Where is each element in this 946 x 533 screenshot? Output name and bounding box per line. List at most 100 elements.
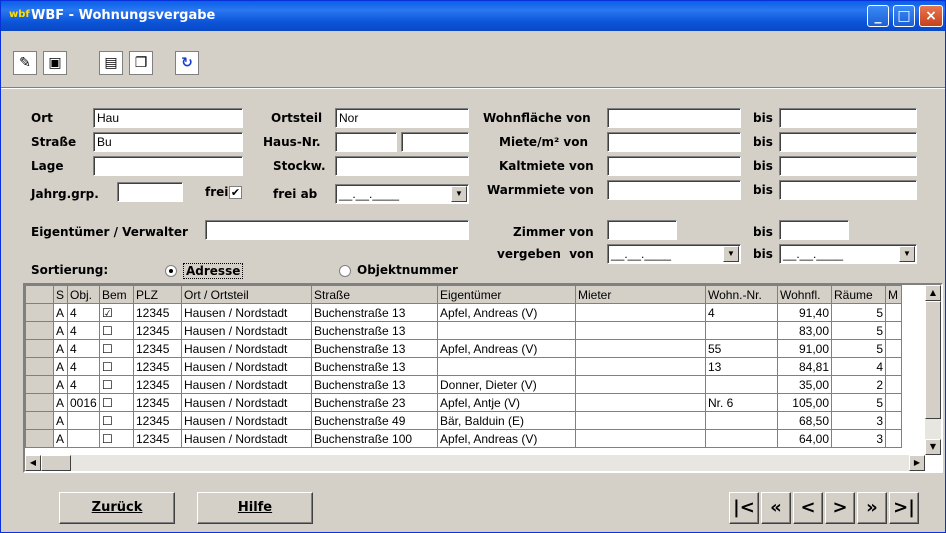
table-cell: 12345 [133, 393, 182, 412]
ort-input[interactable]: Hau [93, 108, 243, 128]
column-header[interactable]: PLZ [133, 285, 182, 304]
hausnr-suffix-input[interactable] [401, 132, 469, 152]
column-header[interactable]: Mieter [575, 285, 706, 304]
table-cell: A [53, 393, 68, 412]
wohnflaeche-bis-input[interactable] [779, 108, 917, 128]
table-cell[interactable]: ☑ [99, 303, 134, 322]
jahrg-input[interactable] [117, 182, 183, 202]
sort-adresse-label[interactable]: Adresse [183, 263, 244, 279]
sort-adresse-radio[interactable] [165, 265, 177, 277]
column-header[interactable]: Obj. [67, 285, 100, 304]
nav-first-button[interactable]: |< [729, 492, 759, 524]
nav-prev-page-button[interactable]: « [761, 492, 791, 524]
miete-bis-input[interactable] [779, 132, 917, 152]
table-row[interactable]: A 4 ☐ 12345 Hausen / Nordstadt Buchenstraße 1… [25, 339, 902, 358]
zimmer-von-input[interactable] [607, 220, 677, 240]
scroll-up-icon[interactable]: ▲ [925, 285, 941, 301]
row-header[interactable] [25, 321, 54, 340]
table-cell[interactable]: ☐ [99, 375, 134, 394]
sortierung-label: Sortierung: [31, 263, 109, 277]
warmmiete-bis-input[interactable] [779, 180, 917, 200]
table-row[interactable]: A 4 ☐ 12345 Hausen / Nordstadt Buchenstraße 1… [25, 357, 902, 376]
miete-von-input[interactable] [607, 132, 741, 152]
wohnflaeche-von-input[interactable] [607, 108, 741, 128]
nav-prev-button[interactable]: < [793, 492, 823, 524]
sort-objekt-radio[interactable] [339, 265, 351, 277]
chevron-down-icon[interactable]: ▼ [723, 246, 739, 262]
column-header[interactable]: Bem [99, 285, 134, 304]
row-header[interactable] [25, 393, 54, 412]
vergeben-von-combo[interactable]: __.__.____ ▼ [607, 244, 741, 264]
table-row[interactable]: A 4 ☐ 12345 Hausen / Nordstadt Buchenstraße 1… [25, 375, 902, 394]
vergeben-von-value: __.__.____ [611, 247, 672, 261]
close-button[interactable]: × [919, 5, 943, 27]
horizontal-scrollbar[interactable]: ◀ ▶ [25, 455, 925, 471]
column-header[interactable]: Eigentümer [437, 285, 576, 304]
scroll-left-icon[interactable]: ◀ [25, 455, 41, 471]
row-header[interactable] [25, 303, 54, 322]
column-header[interactable]: M [885, 285, 902, 304]
vertical-scrollbar[interactable]: ▲ ▼ [925, 285, 941, 455]
scroll-thumb[interactable] [925, 301, 941, 419]
scroll-right-icon[interactable]: ▶ [909, 455, 925, 471]
horizontal-scroll-thumb[interactable] [41, 455, 71, 471]
lage-input[interactable] [93, 156, 243, 176]
table-row[interactable]: A 4 ☐ 12345 Hausen / Nordstadt Buchenstraße 1… [25, 321, 902, 340]
table-cell [885, 339, 902, 358]
column-header[interactable]: Wohnfl. [777, 285, 832, 304]
print-button[interactable]: ▤ [99, 51, 123, 75]
table-cell[interactable]: ☐ [99, 411, 134, 430]
table-row[interactable]: A ☐ 12345 Hausen / Nordstadt Buchenstraße 10… [25, 429, 902, 448]
row-header[interactable] [25, 339, 54, 358]
chevron-down-icon[interactable]: ▼ [899, 246, 915, 262]
maximize-button[interactable]: □ [893, 5, 915, 27]
chevron-down-icon[interactable]: ▼ [451, 186, 467, 202]
column-header[interactable]: S [53, 285, 68, 304]
scroll-down-icon[interactable]: ▼ [925, 439, 941, 455]
row-header[interactable] [25, 429, 54, 448]
table-cell[interactable]: ☐ [99, 321, 134, 340]
ortsteil-input[interactable]: Nor [335, 108, 469, 128]
kaltmiete-bis-input[interactable] [779, 156, 917, 176]
zimmer-bis-input[interactable] [779, 220, 849, 240]
vergeben-bis-label: bis [753, 247, 773, 261]
table-cell: Buchenstraße 13 [311, 375, 438, 394]
back-button[interactable]: Zurück [59, 492, 175, 524]
row-header[interactable] [25, 357, 54, 376]
nav-next-button[interactable]: > [825, 492, 855, 524]
freiab-combo[interactable]: __.__.____ ▼ [335, 184, 469, 204]
column-header[interactable]: Straße [311, 285, 438, 304]
sort-objekt-label[interactable]: Objektnummer [357, 263, 458, 277]
table-row[interactable]: A 0016 ☐ 12345 Hausen / Nordstadt Buchenstraß… [25, 393, 902, 412]
view-button[interactable]: ▣ [43, 51, 67, 75]
help-button[interactable]: Hilfe [197, 492, 313, 524]
vergeben-bis-combo[interactable]: __.__.____ ▼ [779, 244, 917, 264]
eigentuemer-input[interactable] [205, 220, 469, 240]
strasse-input[interactable]: Bu [93, 132, 243, 152]
table-cell[interactable]: ☐ [99, 357, 134, 376]
column-header[interactable]: Ort / Ortsteil [181, 285, 312, 304]
frei-checkbox[interactable]: ✔ [229, 186, 242, 199]
table-cell: Hausen / Nordstadt [181, 429, 312, 448]
warmmiete-von-input[interactable] [607, 180, 741, 200]
column-header[interactable]: Räume [831, 285, 886, 304]
table-cell[interactable]: ☐ [99, 429, 134, 448]
table-row[interactable]: A ☐ 12345 Hausen / Nordstadt Buchenstraße 49… [25, 411, 902, 430]
kaltmiete-von-input[interactable] [607, 156, 741, 176]
copy-button[interactable]: ❐ [129, 51, 153, 75]
nav-last-button[interactable]: >| [889, 492, 919, 524]
table-cell[interactable]: ☐ [99, 339, 134, 358]
row-header[interactable] [25, 411, 54, 430]
stockw-input[interactable] [335, 156, 469, 176]
refresh-button[interactable]: ↻ [175, 51, 199, 75]
column-header[interactable]: Wohn.-Nr. [705, 285, 778, 304]
nav-next-page-button[interactable]: » [857, 492, 887, 524]
minimize-button[interactable]: _ [867, 5, 889, 27]
table-cell [575, 375, 706, 394]
table-row[interactable]: A 4 ☑ 12345 Hausen / Nordstadt Buchenstraße 1… [25, 303, 902, 322]
table-cell[interactable]: ☐ [99, 393, 134, 412]
edit-button[interactable]: ✎ [13, 51, 37, 75]
results-grid[interactable]: S Obj. Bem PLZ Ort / Ortsteil Straße Eig… [23, 283, 943, 473]
hausnr-input[interactable] [335, 132, 397, 152]
row-header[interactable] [25, 375, 54, 394]
